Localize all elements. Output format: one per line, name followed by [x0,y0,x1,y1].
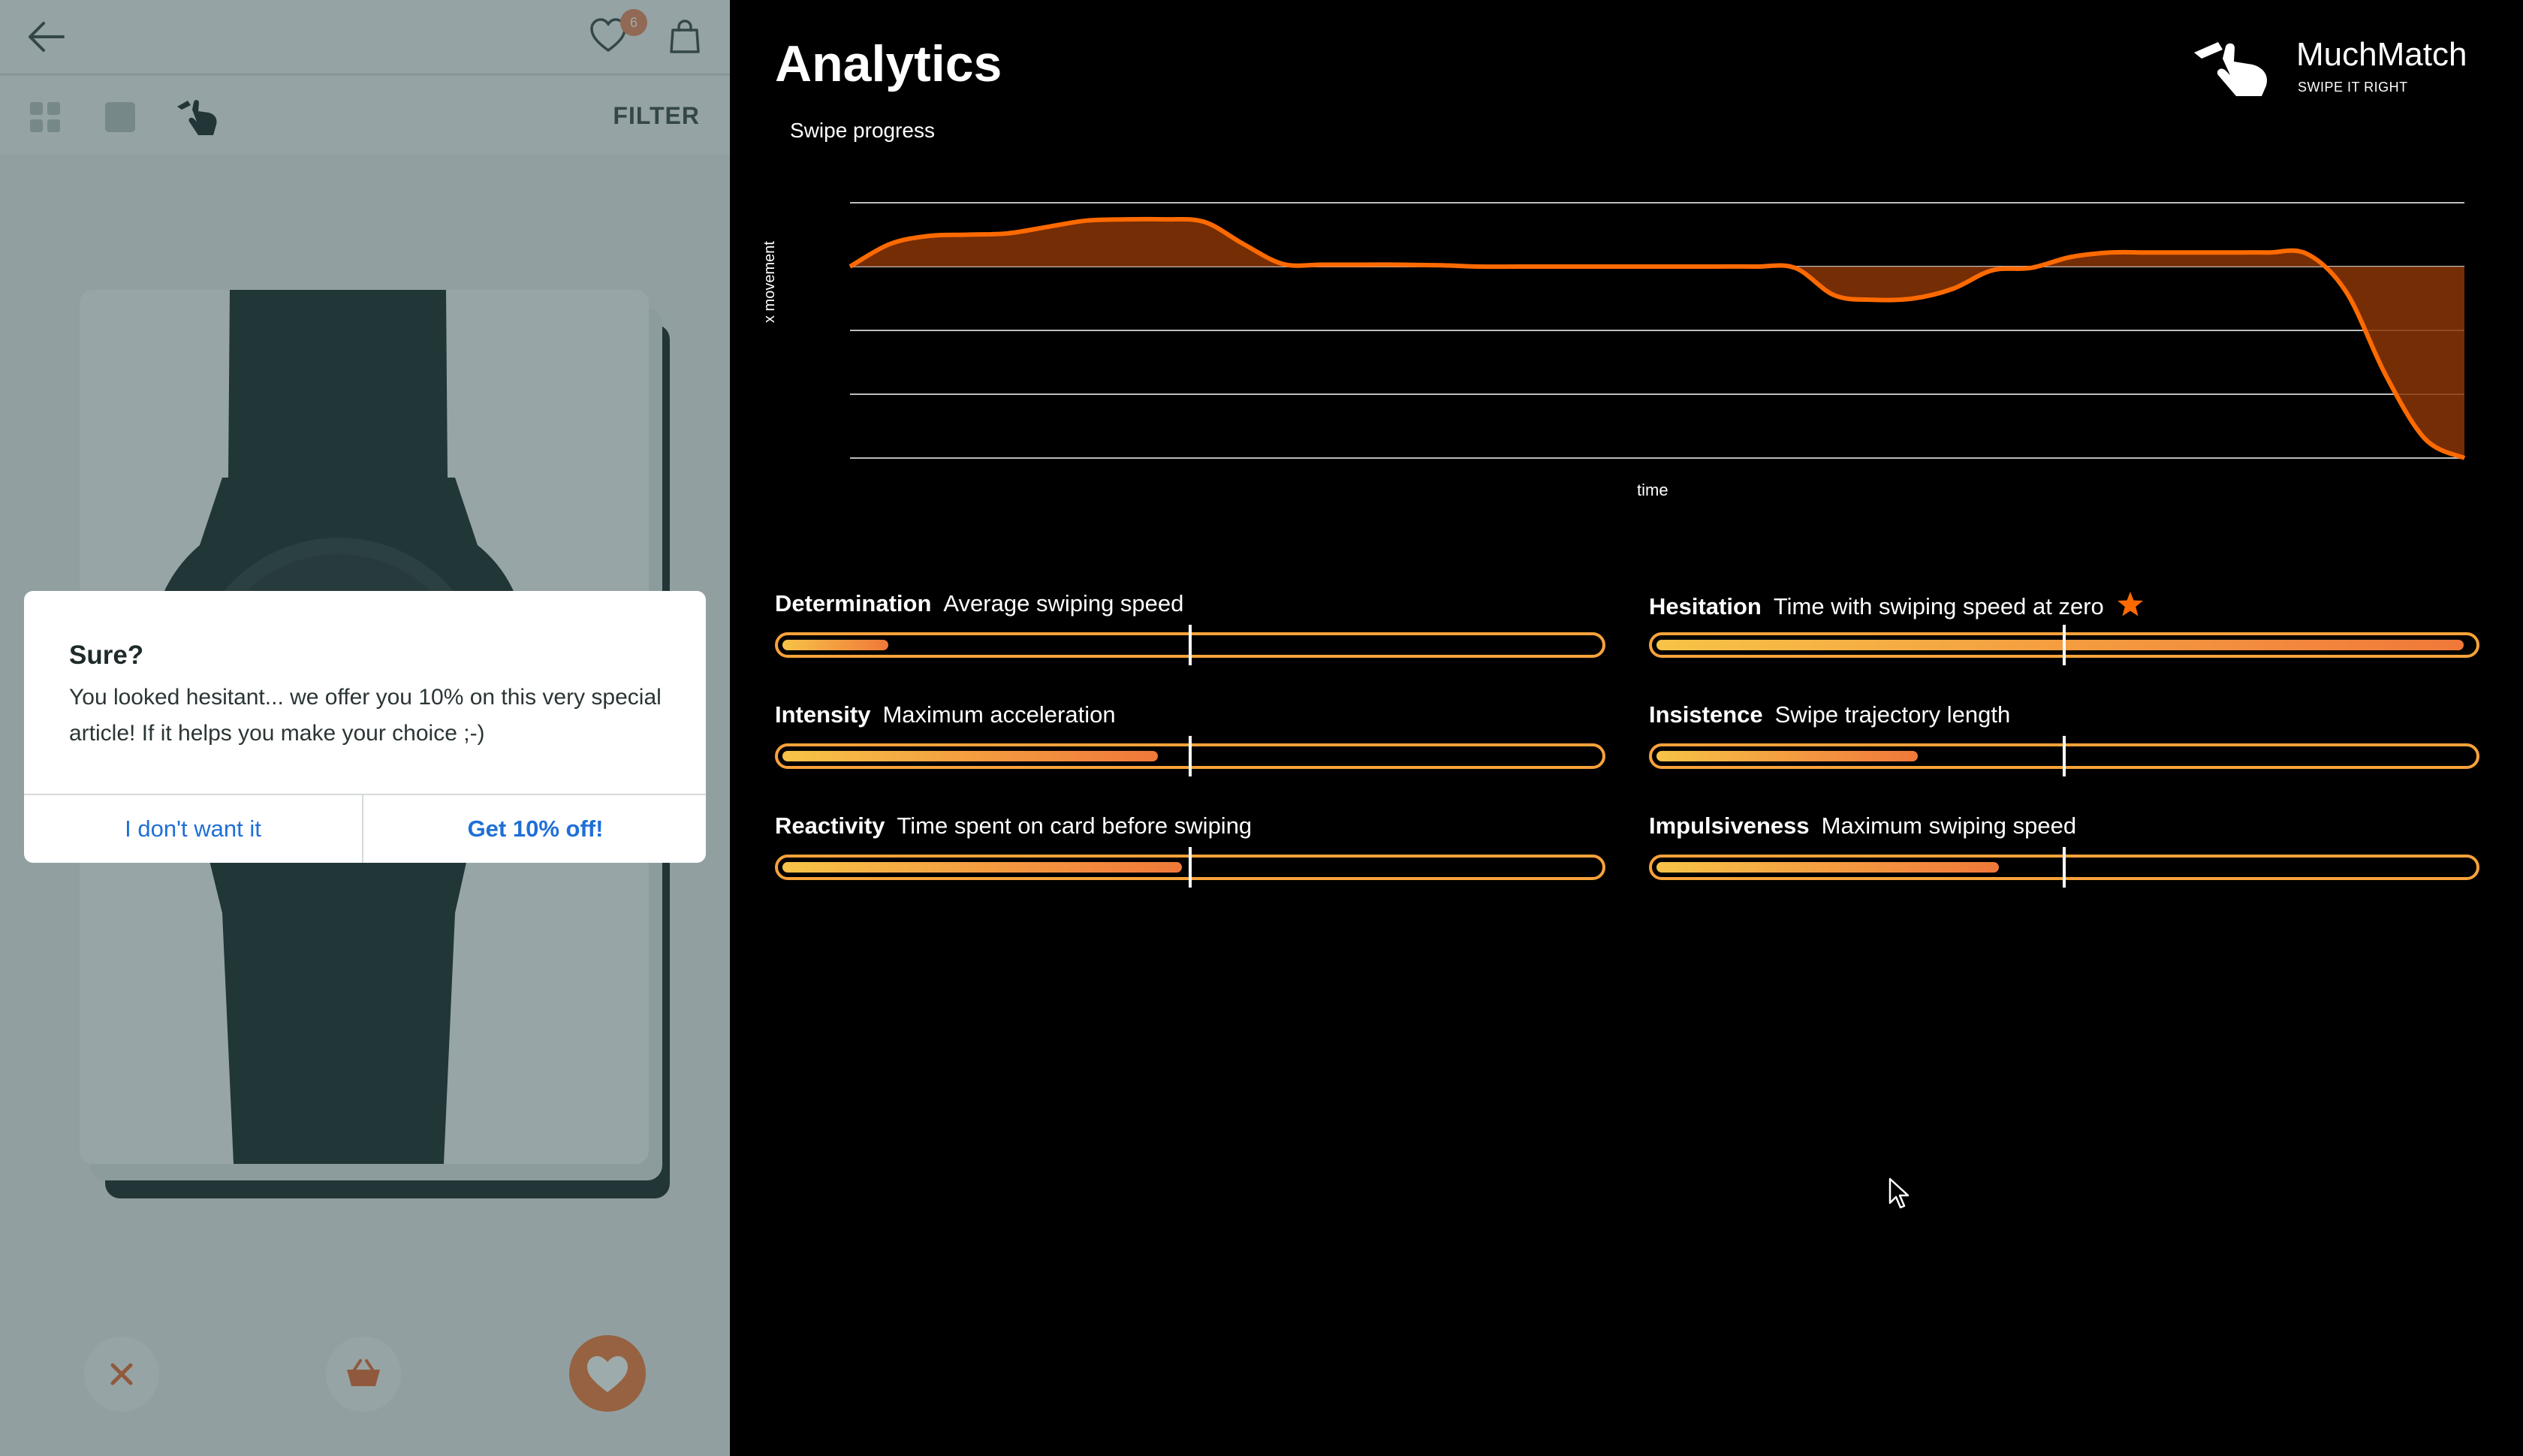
metric-bar-fill [1656,640,2464,650]
accept-discount-button[interactable]: Get 10% off! [365,795,706,863]
chart-y-axis-label: x movement [761,241,778,323]
metric-label: Determination Average swiping speed [775,590,1183,617]
metric-bar-fill [782,640,888,650]
metric-average-marker [2063,625,2066,665]
star-icon [2116,590,2145,619]
metric-label: Insistence Swipe trajectory length [1649,701,2010,728]
swipe-hand-logo-icon [2193,36,2280,96]
metric-hesitation: Hesitation Time with swiping speed at zer… [1649,590,2479,680]
metric-impulsiveness: Impulsiveness Maximum swiping speed [1649,812,2479,903]
dialog-actions: I don't want it Get 10% off! [24,794,706,863]
metric-average-marker [1189,736,1192,776]
metric-description: Swipe trajectory length [1774,701,2011,728]
chart-title: Swipe progress [790,119,935,142]
metric-name: Determination [775,590,932,616]
metric-label: Reactivity Time spent on card before swip… [775,812,1252,840]
metric-average-marker [1189,625,1192,665]
chart-series-area [850,219,2464,458]
metric-insistence: Insistence Swipe trajectory length [1649,701,2479,791]
metric-reactivity: Reactivity Time spent on card before swip… [775,812,1605,903]
mobile-app: 6 FILTER Sure? You looked hesitant... we… [0,0,730,1456]
metric-average-marker [2063,736,2066,776]
page-title: Analytics [775,35,1002,92]
metric-average-marker [2063,847,2066,888]
metric-name: Insistence [1649,701,1763,728]
metric-bar-fill [782,751,1158,761]
brand-name: MuchMatch [2296,36,2467,73]
metric-description: Time with swiping speed at zero [1773,593,2104,619]
brand-logo: MuchMatch SWIPE IT RIGHT [2193,30,2478,105]
brand-tagline: SWIPE IT RIGHT [2298,80,2408,95]
metric-determination: Determination Average swiping speed [775,590,1605,680]
metric-label: Hesitation Time with swiping speed at zer… [1649,590,2145,620]
metric-label: Intensity Maximum acceleration [775,701,1116,728]
metric-name: Intensity [775,701,871,728]
dialog-title: Sure? [69,641,144,670]
metric-bar-track [1649,736,2479,776]
metric-name: Hesitation [1649,593,1762,619]
metric-name: Impulsiveness [1649,812,1810,839]
metric-name: Reactivity [775,812,885,839]
metric-intensity: Intensity Maximum acceleration [775,701,1605,791]
metric-label: Impulsiveness Maximum swiping speed [1649,812,2076,840]
analytics-panel: Analytics MuchMatch SWIPE IT RIGHT Swipe… [730,0,2523,1456]
metric-description: Average swiping speed [943,590,1184,616]
metric-description: Maximum acceleration [882,701,1116,728]
metric-bar-fill [782,862,1182,873]
metric-description: Time spent on card before swiping [897,812,1252,839]
metric-bar-track [1649,625,2479,665]
dialog-message: You looked hesitant... we offer you 10% … [69,685,662,746]
metric-bar-track [775,847,1605,888]
decline-button[interactable]: I don't want it [24,795,363,863]
chart-x-axis-label: time [1637,481,1668,499]
swipe-progress-chart [849,202,2466,460]
metric-bar-fill [1656,862,1999,873]
metric-bar-fill [1656,751,1918,761]
metric-bar-track [1649,847,2479,888]
metric-bar-track [775,625,1605,665]
metric-average-marker [1189,847,1192,888]
metric-bar-track [775,736,1605,776]
mouse-cursor-icon [1888,1177,1910,1209]
metric-description: Maximum swiping speed [1821,812,2077,839]
discount-dialog: Sure? You looked hesitant... we offer yo… [24,591,706,863]
